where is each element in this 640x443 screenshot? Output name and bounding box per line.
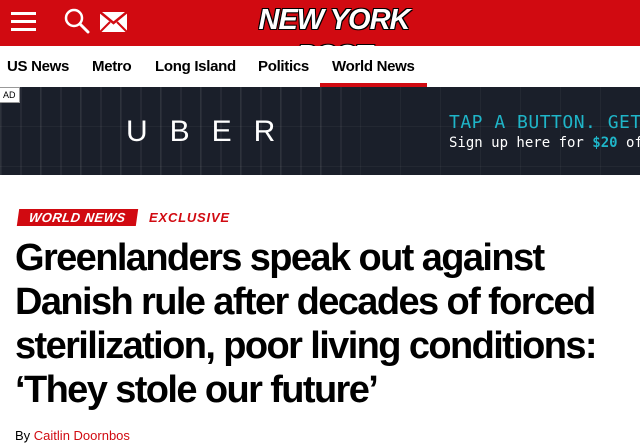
section-nav: US News Metro Long Island Politics World… <box>0 46 640 88</box>
ad-subtext-suffix: off yo <box>626 135 640 151</box>
advertisement-banner[interactable]: UBER TAP A BUTTON. GET A Sign up here fo… <box>0 87 640 175</box>
nav-item-politics[interactable]: Politics <box>258 46 309 87</box>
ad-label: AD <box>0 87 20 103</box>
nav-item-us-news[interactable]: US News <box>7 46 69 87</box>
nav-item-long-island[interactable]: Long Island <box>155 46 236 87</box>
ad-subtext: Sign up here for $20 off yo <box>449 135 640 151</box>
hamburger-menu-icon[interactable] <box>11 12 36 32</box>
byline-prefix: By <box>15 428 34 443</box>
ad-tagline: TAP A BUTTON. GET A <box>449 112 640 133</box>
byline: By Caitlin Doornbos <box>15 428 130 443</box>
mail-icon[interactable] <box>99 11 128 33</box>
nav-item-metro[interactable]: Metro <box>92 46 132 87</box>
top-bar: NEW YORK POST <box>0 0 640 72</box>
ad-subtext-prefix: Sign up here for <box>449 135 593 151</box>
author-link[interactable]: Caitlin Doornbos <box>34 428 130 443</box>
section-tag[interactable]: WORLD NEWS <box>16 209 138 226</box>
article-headline: Greenlanders speak out against Danish ru… <box>15 237 598 411</box>
search-icon[interactable] <box>64 7 90 35</box>
ad-subtext-amount: $20 <box>592 135 618 151</box>
site-logo[interactable]: NEW YORK POST <box>228 2 440 72</box>
exclusive-label: EXCLUSIVE <box>149 210 230 225</box>
nav-item-world-news[interactable]: World News <box>320 46 427 87</box>
ad-brand: UBER <box>126 115 298 148</box>
